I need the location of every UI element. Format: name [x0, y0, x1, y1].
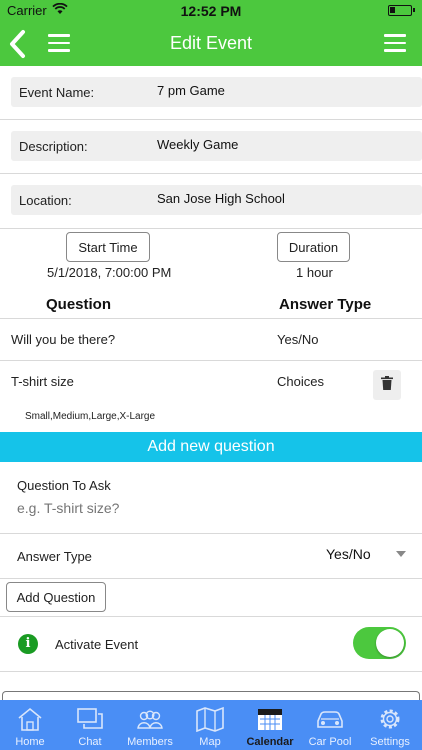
add-question-button[interactable]: Add Question — [6, 582, 106, 612]
answer-type-selected: Yes/No — [326, 546, 371, 562]
start-time-button[interactable]: Start Time — [66, 232, 150, 262]
map-icon — [195, 706, 225, 733]
tab-bar: Home Chat Members Map Calendar Car Pool … — [0, 700, 422, 750]
answer-type-select[interactable]: Yes/No — [320, 544, 410, 566]
divider — [0, 533, 422, 534]
tab-calendar[interactable]: Calendar — [240, 700, 300, 750]
duration-button[interactable]: Duration — [277, 232, 350, 262]
tab-label: Members — [127, 736, 173, 748]
answer-type-column-header: Answer Type — [279, 296, 372, 313]
question-to-ask-label: Question To Ask — [17, 478, 111, 493]
answer-type-text: Yes/No — [277, 332, 319, 347]
divider — [0, 318, 422, 319]
question-input[interactable] — [17, 497, 407, 519]
info-icon[interactable]: i — [18, 634, 38, 654]
tab-map[interactable]: Map — [180, 700, 240, 750]
trash-icon — [381, 375, 393, 395]
description-field[interactable]: Description: Weekly Game — [11, 131, 422, 161]
activate-event-label: Activate Event — [55, 637, 139, 652]
description-label: Description: — [19, 139, 88, 154]
start-time-value: 5/1/2018, 7:00:00 PM — [47, 265, 172, 280]
divider — [0, 578, 422, 579]
event-name-value[interactable]: 7 pm Game — [157, 83, 225, 98]
members-icon — [135, 706, 165, 732]
battery-icon — [388, 5, 415, 16]
description-value[interactable]: Weekly Game — [157, 137, 238, 152]
tab-label: Map — [199, 736, 221, 748]
add-question-section-header: Add new question — [0, 432, 422, 462]
tab-label: Chat — [78, 736, 102, 748]
tab-settings[interactable]: Settings — [360, 700, 420, 750]
chat-icon — [75, 706, 105, 732]
divider — [0, 671, 422, 672]
tab-chat[interactable]: Chat — [60, 700, 120, 750]
gear-icon — [375, 706, 405, 732]
event-name-field[interactable]: Event Name: 7 pm Game — [11, 77, 422, 107]
divider — [0, 360, 422, 361]
question-text: Will you be there? — [11, 332, 116, 347]
chevron-down-icon — [396, 551, 406, 557]
nav-bar: Edit Event — [0, 22, 422, 66]
page-title: Edit Event — [169, 33, 253, 53]
divider — [0, 173, 422, 174]
tab-label: Car Pool — [308, 736, 352, 748]
location-field[interactable]: Location: San Jose High School — [11, 185, 422, 215]
location-label: Location: — [19, 193, 72, 208]
answer-type-label: Answer Type — [17, 549, 92, 564]
divider — [0, 119, 422, 120]
question-text: T-shirt size — [11, 374, 74, 389]
tab-home[interactable]: Home — [0, 700, 60, 750]
tab-label: Home — [15, 736, 45, 748]
answer-type-text: Choices — [277, 374, 324, 389]
home-icon — [15, 706, 45, 732]
clock: 12:52 PM — [180, 3, 242, 19]
options-menu-icon[interactable] — [384, 34, 406, 52]
car-icon — [315, 706, 345, 732]
status-bar: Carrier 12:52 PM — [0, 0, 422, 22]
tab-label: Calendar — [246, 736, 294, 748]
event-name-label: Event Name: — [19, 85, 95, 100]
tab-car-pool[interactable]: Car Pool — [300, 700, 360, 750]
location-value[interactable]: San Jose High School — [157, 191, 285, 206]
delete-question-button[interactable] — [373, 370, 401, 400]
question-column-header: Question — [46, 296, 112, 313]
divider — [0, 228, 422, 229]
toggle-knob — [376, 629, 404, 657]
tab-label: Settings — [370, 736, 410, 748]
choices-text: Small,Medium,Large,X-Large — [25, 411, 156, 422]
divider — [0, 616, 422, 617]
activate-event-toggle[interactable] — [353, 627, 406, 659]
calendar-icon — [255, 706, 285, 732]
tab-members[interactable]: Members — [120, 700, 180, 750]
duration-value: 1 hour — [296, 265, 333, 280]
